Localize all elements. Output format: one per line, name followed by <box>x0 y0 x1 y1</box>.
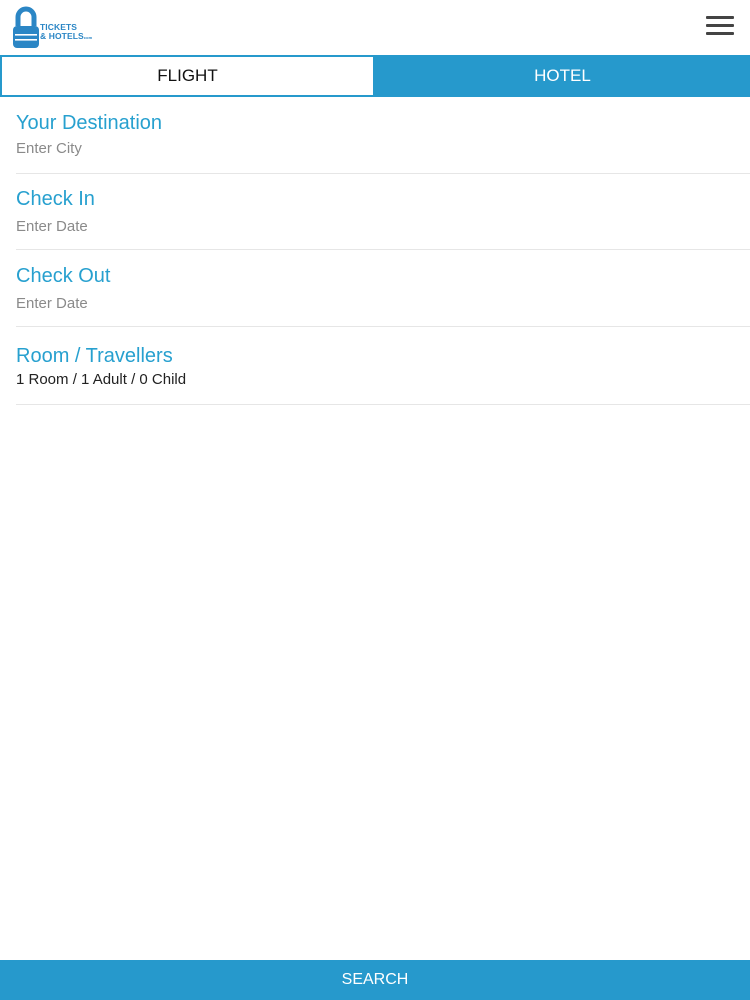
room-travellers-value: 1 Room / 1 Adult / 0 Child <box>16 371 187 388</box>
app-header: TICKETS & HOTELScom <box>0 0 750 55</box>
check-in-label: Check In <box>16 188 95 210</box>
check-out-label: Check Out <box>16 265 111 287</box>
logo-wordmark: TICKETS & HOTELScom <box>40 23 92 42</box>
destination-placeholder: Enter City <box>16 140 82 157</box>
logo-line-2: & HOTELScom <box>40 31 93 41</box>
tab-flight[interactable]: FLIGHT <box>0 55 375 97</box>
app-logo[interactable]: TICKETS & HOTELScom <box>12 6 112 50</box>
room-travellers-field[interactable]: Room / Travellers 1 Room / 1 Adult / 0 C… <box>16 327 750 405</box>
destination-label: Your Destination <box>16 112 163 134</box>
check-out-field[interactable]: Check Out Enter Date <box>16 250 750 327</box>
hamburger-menu-icon[interactable] <box>706 16 736 40</box>
search-button[interactable]: SEARCH <box>0 960 750 1000</box>
check-in-placeholder: Enter Date <box>16 218 88 235</box>
check-in-field[interactable]: Check In Enter Date <box>16 174 750 250</box>
check-out-placeholder: Enter Date <box>16 295 88 312</box>
logo-suffix: com <box>83 35 93 40</box>
destination-field[interactable]: Your Destination Enter City <box>16 97 750 174</box>
booking-tabs: FLIGHT HOTEL <box>0 55 750 97</box>
tab-hotel[interactable]: HOTEL <box>375 55 750 97</box>
room-travellers-label: Room / Travellers <box>16 345 173 367</box>
lock-logo-icon <box>13 6 39 48</box>
